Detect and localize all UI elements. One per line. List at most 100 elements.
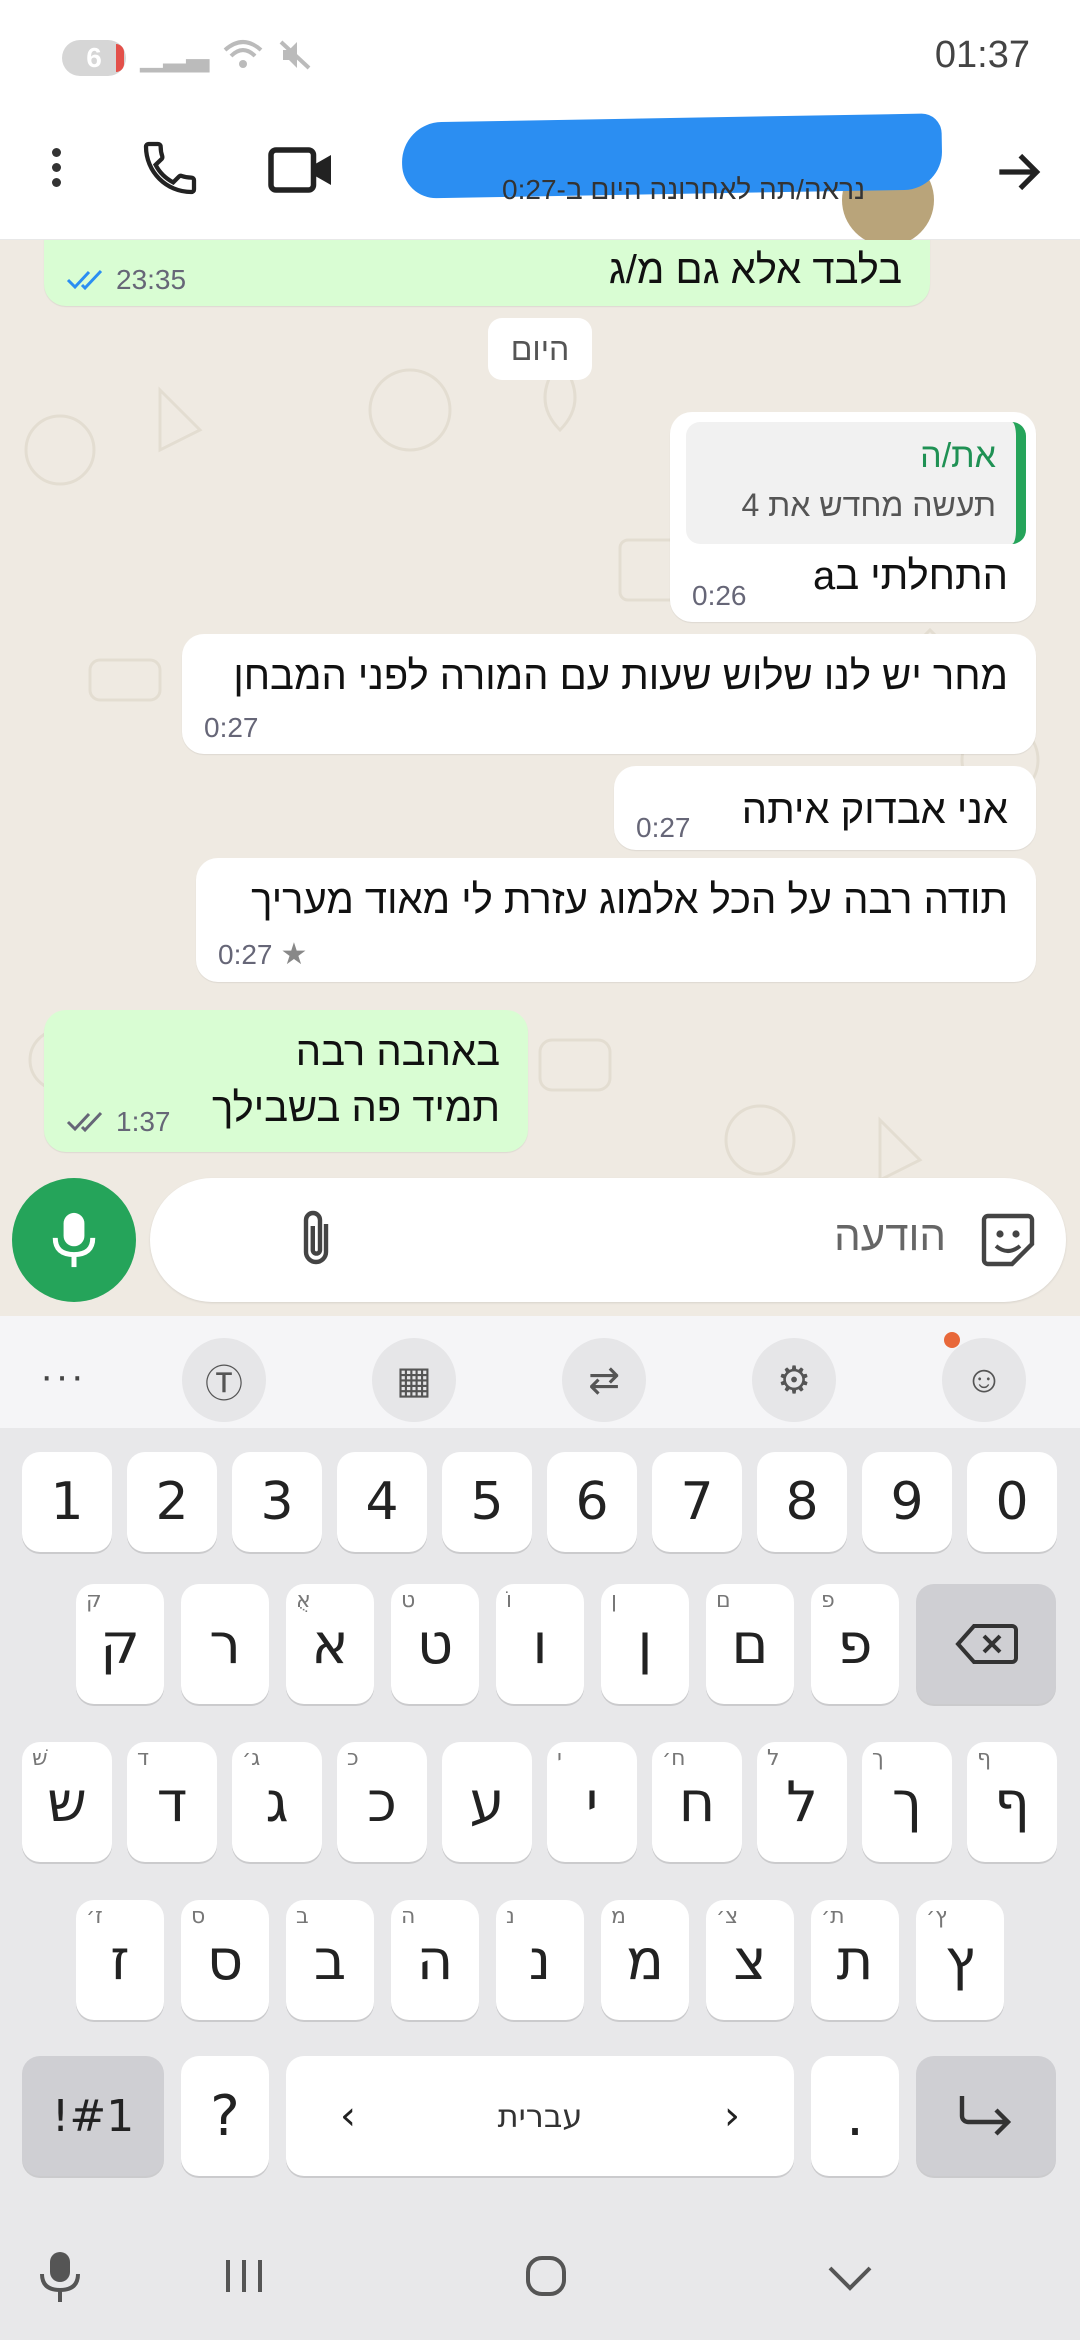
key-hint: וֹ (506, 1588, 512, 1613)
quoted-message[interactable]: את/ה תעשה מחדש את 4 (686, 422, 1026, 544)
message-time: 0:27 (218, 938, 273, 970)
attach-icon[interactable] (298, 1208, 338, 1272)
period-key[interactable]: . (811, 2056, 899, 2176)
enter-icon (959, 2096, 1012, 2136)
key-7[interactable]: 7 (652, 1452, 742, 1552)
translate-icon[interactable]: ⇄ (562, 1338, 646, 1422)
message-input[interactable]: הודעה (150, 1178, 1066, 1302)
key-letter[interactable]: ננ (496, 1900, 584, 2020)
key-label: ת (836, 1927, 874, 1993)
key-letter[interactable]: ככ (337, 1742, 427, 1862)
key-letter[interactable]: טט (391, 1584, 479, 1704)
key-hint: אֻ (296, 1588, 311, 1613)
keyboard: ··· Ⓣ ▦ ⇄ ⚙ ☺ 1 2 3 4 5 6 7 8 9 0 קק ר א… (0, 1316, 1080, 2212)
chat-area[interactable]: בלבד אלא גם מ/ג 23:35 היום את/ה תעשה מחד… (0, 240, 1080, 1316)
key-label: ג (265, 1769, 289, 1835)
mute-icon (279, 40, 311, 70)
question-mark-key[interactable]: ? (181, 2056, 269, 2176)
message-time: 23:35 (116, 264, 187, 295)
more-options-icon[interactable]: ··· (40, 1354, 86, 1399)
key-letter[interactable]: שׁ ש (22, 1742, 112, 1862)
key-letter[interactable]: ז׳ ז (76, 1900, 164, 2020)
hide-keyboard-icon[interactable] (824, 2260, 876, 2296)
space-key[interactable]: ‹ עברית › (286, 2056, 794, 2176)
voice-record-button[interactable] (12, 1178, 136, 1302)
key-9[interactable]: 9 (862, 1452, 952, 1552)
system-nav-bar (0, 2212, 1080, 2340)
key-0[interactable]: 0 (967, 1452, 1057, 1552)
key-letter[interactable]: ןן (601, 1584, 689, 1704)
star-icon: ★ (280, 938, 308, 971)
key-letter[interactable]: בב (286, 1900, 374, 2020)
key-hint: ך (872, 1746, 884, 1771)
key-hint: פ (821, 1588, 835, 1613)
key-hint: ם (716, 1588, 731, 1613)
key-letter[interactable]: קק (76, 1584, 164, 1704)
message-bubble-incoming[interactable]: את/ה תעשה מחדש את 4 התחלתי בa 0:26 (670, 412, 1036, 622)
message-bubble-previous[interactable]: בלבד אלא גם מ/ג 23:35 (44, 240, 930, 306)
key-label: ן (637, 1611, 653, 1677)
key-letter[interactable]: ת׳ ת (811, 1900, 899, 2020)
key-hint: ת׳ (821, 1904, 845, 1929)
key-letter[interactable]: הה (391, 1900, 479, 2020)
key-letter[interactable]: סס (181, 1900, 269, 2020)
recent-apps-icon[interactable] (220, 2256, 268, 2296)
key-hint: שׁ (32, 1746, 48, 1771)
key-4[interactable]: 4 (337, 1452, 427, 1552)
key-letter[interactable]: יי (547, 1742, 637, 1862)
message-bubble-incoming[interactable]: מחר יש לנו שלוש שעות עם המורה לפני המבחן… (182, 634, 1036, 754)
key-label: ף (994, 1769, 1030, 1835)
key-letter[interactable]: ע (442, 1742, 532, 1862)
message-bubble-incoming[interactable]: תודה רבה על הכל אלמוג עזרת לי מאוד מעריך… (196, 858, 1036, 982)
message-bubble-incoming[interactable]: אני אבדוק איתה 0:27 (614, 766, 1036, 850)
key-letter[interactable]: ממ (601, 1900, 689, 2020)
key-6[interactable]: 6 (547, 1452, 637, 1552)
status-bar: 6 ▁▂▃ 01:37 (0, 0, 1080, 110)
key-label: ט (416, 1611, 454, 1677)
key-letter[interactable]: ג׳ ג (232, 1742, 322, 1862)
key-letter[interactable]: ףף (967, 1742, 1057, 1862)
key-label: ה (416, 1927, 454, 1993)
key-letter[interactable]: צ׳ צ (706, 1900, 794, 2020)
home-icon[interactable] (522, 2252, 570, 2300)
sticker-icon[interactable] (976, 1208, 1040, 1272)
message-meta: 0:26 (692, 580, 747, 612)
key-hint: ג׳ (242, 1746, 261, 1771)
phone-icon[interactable] (138, 136, 202, 200)
key-hint: ן (611, 1588, 617, 1613)
emoji-icon[interactable]: ☺ (942, 1338, 1026, 1422)
key-8[interactable]: 8 (757, 1452, 847, 1552)
keypad-icon[interactable]: ▦ (372, 1338, 456, 1422)
key-3[interactable]: 3 (232, 1452, 322, 1552)
key-label: פ (837, 1611, 873, 1677)
message-text: התחלתי בa (812, 554, 1008, 598)
key-letter[interactable]: ר (181, 1584, 269, 1704)
key-label: ל (786, 1769, 818, 1835)
key-2[interactable]: 2 (127, 1452, 217, 1552)
backspace-key[interactable] (916, 1584, 1056, 1704)
message-bubble-outgoing[interactable]: באהבה רבה תמיד פה בשבילך 1:37 (44, 1010, 528, 1152)
key-letter[interactable]: אֻ א (286, 1584, 374, 1704)
key-label: א (311, 1611, 349, 1677)
more-vert-icon[interactable] (46, 142, 66, 202)
key-letter[interactable]: ץ׳ ץ (916, 1900, 1004, 2020)
enter-key[interactable] (916, 2056, 1056, 2176)
symbols-key[interactable]: !#1 (22, 2056, 164, 2176)
settings-gear-icon[interactable]: ⚙ (752, 1338, 836, 1422)
key-letter[interactable]: פפ (811, 1584, 899, 1704)
key-5[interactable]: 5 (442, 1452, 532, 1552)
key-hint: נ (506, 1904, 515, 1929)
key-letter[interactable]: ךך (862, 1742, 952, 1862)
key-letter[interactable]: וֹ ו (496, 1584, 584, 1704)
key-letter[interactable]: לל (757, 1742, 847, 1862)
key-letter[interactable]: דד (127, 1742, 217, 1862)
keyboard-mic-icon[interactable] (38, 2248, 82, 2304)
text-edit-icon[interactable]: Ⓣ (182, 1338, 266, 1422)
keyboard-toolbar: ··· Ⓣ ▦ ⇄ ⚙ ☺ (0, 1316, 1080, 1428)
key-letter[interactable]: ח׳ ח (652, 1742, 742, 1862)
key-1[interactable]: 1 (22, 1452, 112, 1552)
delivered-ticks-icon (66, 1111, 103, 1133)
key-letter[interactable]: םם (706, 1584, 794, 1704)
quoted-text: תעשה מחדש את 4 (741, 487, 996, 523)
back-arrow-icon[interactable] (990, 144, 1046, 200)
